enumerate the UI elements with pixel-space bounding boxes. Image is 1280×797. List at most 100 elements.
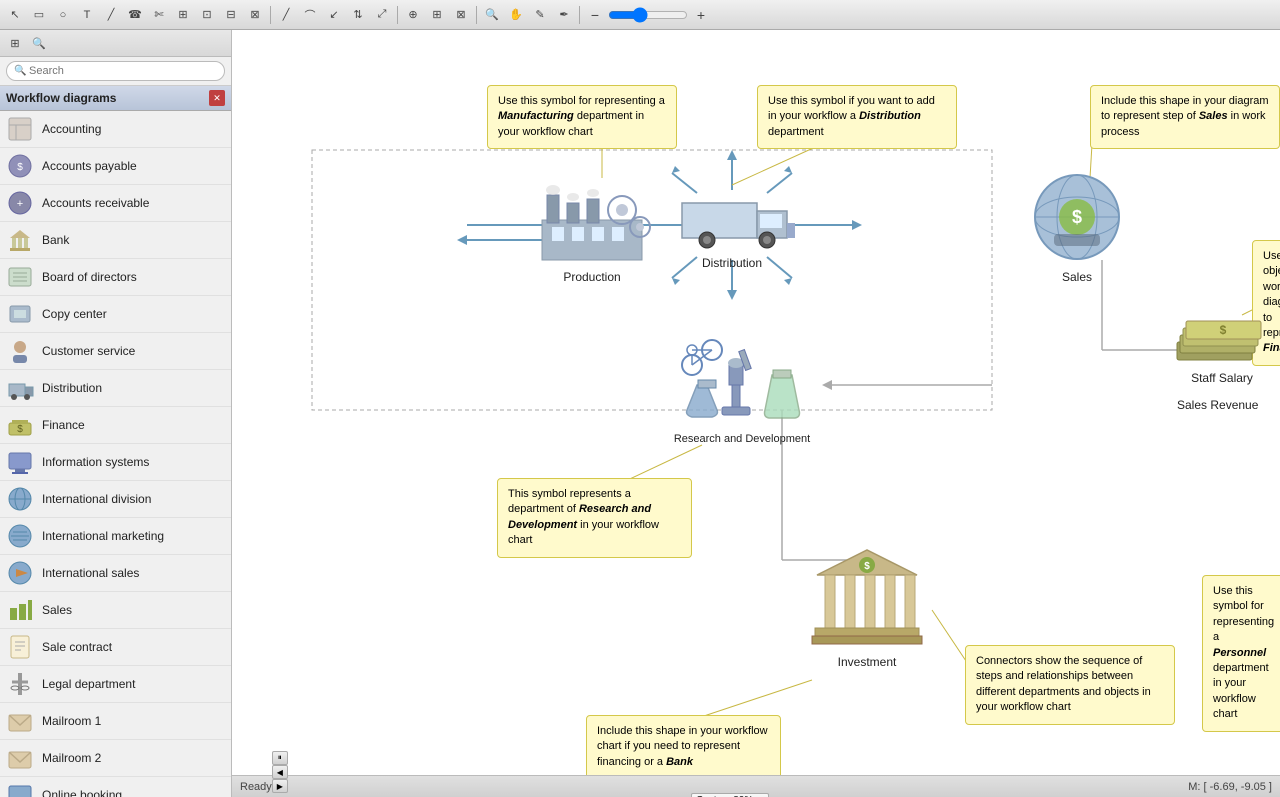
zoom-slider[interactable]	[608, 7, 688, 23]
sales-tooltip: Include this shape in your diagram to re…	[1090, 85, 1280, 149]
sidebar-item-finance[interactable]: $ Finance	[0, 407, 231, 444]
hand-tool[interactable]: ✋	[505, 4, 527, 26]
tool11[interactable]: ╱	[275, 4, 297, 26]
phone-tool[interactable]: ☎	[124, 4, 146, 26]
sidebar-item-board-of-directors[interactable]: Board of directors	[0, 259, 231, 296]
sidebar-icon-mailroom-2	[6, 744, 34, 772]
sidebar-label-sale-contract: Sale contract	[42, 640, 112, 654]
line-tool[interactable]: ╱	[100, 4, 122, 26]
sidebar-icon-online-booking	[6, 781, 34, 797]
sep2	[397, 6, 398, 24]
sidebar-item-bank[interactable]: Bank	[0, 222, 231, 259]
select-tool[interactable]: ↖	[4, 4, 26, 26]
sidebar-item-legal-department[interactable]: Legal department	[0, 666, 231, 703]
tool15[interactable]: ⤢	[371, 4, 393, 26]
tool18[interactable]: ⊠	[450, 4, 472, 26]
pen-tool[interactable]: ✒	[553, 4, 575, 26]
distribution-tooltip: Use this symbol if you want to add in yo…	[757, 85, 957, 149]
search-wrap	[6, 61, 225, 81]
production-node[interactable]: Production	[532, 175, 652, 284]
svg-text:$: $	[17, 424, 23, 435]
zoom-select[interactable]: Custom 80% 50% 75% 100% 125% 150%	[691, 793, 769, 797]
sidebar-label-finance: Finance	[42, 418, 85, 432]
staff-salary-node[interactable]: $ Staff Salary	[1172, 300, 1272, 385]
sidebar-item-accounts-receivable[interactable]: + Accounts receivable	[0, 185, 231, 222]
eyedrop-tool[interactable]: ✎	[529, 4, 551, 26]
sidebar: ⊞ 🔍 Workflow diagrams ✕ Accounting $ Acc…	[0, 30, 232, 797]
zoom-in-btn[interactable]: +	[690, 4, 712, 26]
sidebar-label-accounts-payable: Accounts payable	[42, 159, 137, 173]
sidebar-grid-btn[interactable]: ⊞	[4, 32, 26, 54]
investment-node[interactable]: $ Investment	[807, 540, 927, 669]
staff-salary-label: Staff Salary	[1172, 371, 1272, 385]
sidebar-icon-international-sales	[6, 559, 34, 587]
tool14[interactable]: ⇅	[347, 4, 369, 26]
tool16[interactable]: ⊕	[402, 4, 424, 26]
next-btn[interactable]: ▶	[272, 779, 288, 793]
sidebar-label-accounting: Accounting	[42, 122, 101, 136]
sidebar-search-btn[interactable]: 🔍	[28, 32, 50, 54]
zoom-in-icon[interactable]: 🔍	[481, 4, 503, 26]
prev-btn[interactable]: ◀	[272, 765, 288, 779]
sidebar-icon-accounts-payable: $	[6, 152, 34, 180]
tool9[interactable]: ⊟	[220, 4, 242, 26]
sidebar-icon-distribution	[6, 374, 34, 402]
sidebar-item-international-division[interactable]: International division	[0, 481, 231, 518]
pause-btn[interactable]: ⏸	[272, 751, 288, 765]
tool10[interactable]: ⊠	[244, 4, 266, 26]
svg-text:$: $	[17, 162, 23, 173]
sidebar-label-copy-center: Copy center	[42, 307, 107, 321]
sidebar-item-list: Accounting $ Accounts payable + Accounts…	[0, 111, 231, 797]
sidebar-label-information-systems: Information systems	[42, 455, 149, 469]
sidebar-icon-board-of-directors	[6, 263, 34, 291]
sidebar-item-distribution[interactable]: Distribution	[0, 370, 231, 407]
search-box	[0, 57, 231, 86]
ready-status: Ready	[240, 781, 272, 793]
main-layout: ⊞ 🔍 Workflow diagrams ✕ Accounting $ Acc…	[0, 30, 1280, 797]
sidebar-label-legal-department: Legal department	[42, 677, 135, 691]
sidebar-item-mailroom-1[interactable]: Mailroom 1	[0, 703, 231, 740]
sidebar-icon-finance: $	[6, 411, 34, 439]
coordinates: M: [ -6.69, -9.05 ]	[1188, 781, 1272, 793]
zoom-out-btn[interactable]: −	[584, 4, 606, 26]
window-tool[interactable]: ▭	[28, 4, 50, 26]
search-input[interactable]	[6, 61, 225, 81]
sidebar-label-mailroom-2: Mailroom 2	[42, 751, 101, 765]
tool13[interactable]: ↙	[323, 4, 345, 26]
tool6[interactable]: ✄	[148, 4, 170, 26]
oval-tool[interactable]: ○	[52, 4, 74, 26]
canvas-area[interactable]: Use this symbol for representing a Manuf…	[232, 30, 1280, 797]
sidebar-item-information-systems[interactable]: Information systems	[0, 444, 231, 481]
sidebar-item-sale-contract[interactable]: Sale contract	[0, 629, 231, 666]
sidebar-item-international-sales[interactable]: International sales	[0, 555, 231, 592]
sidebar-item-online-booking[interactable]: Online booking	[0, 777, 231, 797]
sidebar-icon-sale-contract	[6, 633, 34, 661]
sales-revenue-label: Sales Revenue	[1177, 398, 1258, 412]
sales-node[interactable]: $ Sales	[1022, 172, 1132, 284]
research-node[interactable]: Research and Development	[667, 325, 817, 445]
sidebar-header: Workflow diagrams ✕	[0, 86, 231, 111]
sidebar-item-accounting[interactable]: Accounting	[0, 111, 231, 148]
sidebar-close-btn[interactable]: ✕	[209, 90, 225, 106]
sidebar-icon-bank	[6, 226, 34, 254]
tool17[interactable]: ⊞	[426, 4, 448, 26]
svg-text:$: $	[1072, 207, 1082, 227]
sidebar-item-mailroom-2[interactable]: Mailroom 2	[0, 740, 231, 777]
investment-label: Investment	[807, 655, 927, 669]
tool12[interactable]: ⌒	[299, 4, 321, 26]
statusbar-left: Ready	[240, 781, 272, 793]
sidebar-item-sales[interactable]: Sales	[0, 592, 231, 629]
text-tool[interactable]: T	[76, 4, 98, 26]
sidebar-title: Workflow diagrams	[6, 91, 116, 105]
tool8[interactable]: ⊡	[196, 4, 218, 26]
personnel-tooltip: Use this symbol for representing a Perso…	[1202, 575, 1280, 732]
sidebar-item-accounts-payable[interactable]: $ Accounts payable	[0, 148, 231, 185]
sidebar-item-international-marketing[interactable]: International marketing	[0, 518, 231, 555]
sidebar-item-copy-center[interactable]: Copy center	[0, 296, 231, 333]
sidebar-label-sales: Sales	[42, 603, 72, 617]
sidebar-icon-accounting	[6, 115, 34, 143]
distribution-node[interactable]: Distribution	[662, 178, 802, 270]
sidebar-item-customer-service[interactable]: Customer service	[0, 333, 231, 370]
tool7[interactable]: ⊞	[172, 4, 194, 26]
sidebar-icon-accounts-receivable: +	[6, 189, 34, 217]
